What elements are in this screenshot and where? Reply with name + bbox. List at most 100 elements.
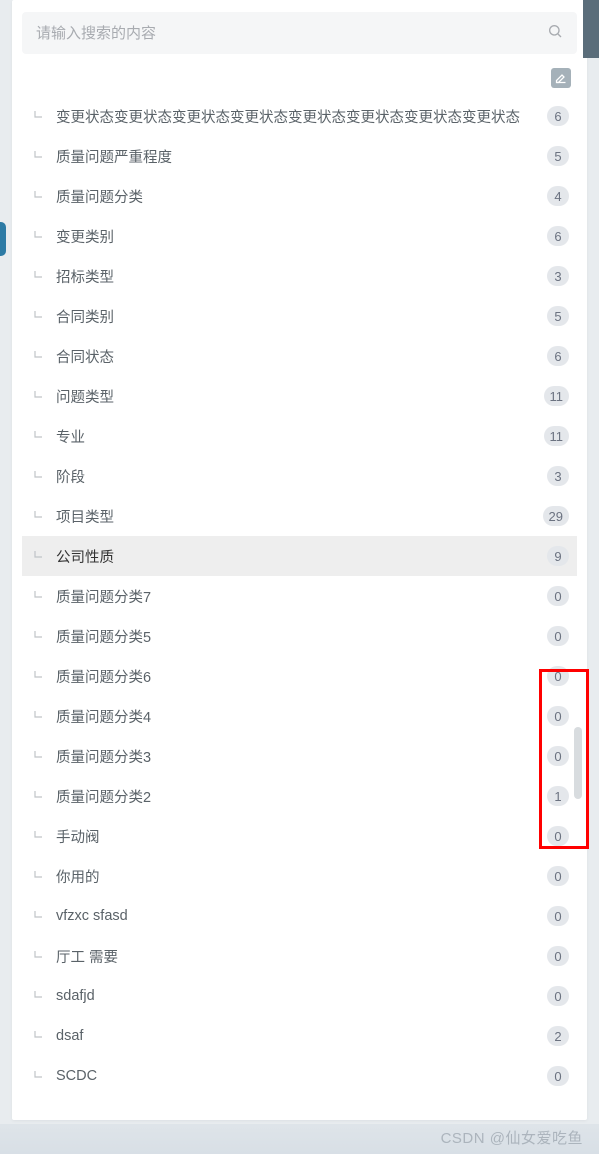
tree-item[interactable]: 变更类别 6 [22, 216, 577, 256]
tree-item-label: 变更状态变更状态变更状态变更状态变更状态变更状态变更状态变更状态 [56, 106, 541, 127]
count-badge: 0 [547, 866, 569, 886]
edit-button[interactable] [551, 68, 571, 88]
count-badge: 29 [543, 506, 569, 526]
tree-item-label: 问题类型 [56, 386, 538, 407]
tree-item[interactable]: 变更状态变更状态变更状态变更状态变更状态变更状态变更状态变更状态6 [22, 96, 577, 136]
tree-item[interactable]: sdafjd 0 [22, 976, 577, 1016]
tree-connector-icon [30, 710, 48, 722]
tree-item-label: 质量问题严重程度 [56, 146, 541, 167]
tree-connector-icon [30, 350, 48, 362]
tree-item-label: 你用的 [56, 866, 541, 887]
tree-item[interactable]: 质量问题分类2 1 [22, 776, 577, 816]
tree-connector-icon [30, 470, 48, 482]
tree-item[interactable]: 质量问题分类5 0 [22, 616, 577, 656]
tree-item-label: 合同状态 [56, 346, 541, 367]
tree-item-label: 招标类型 [56, 266, 541, 287]
tree-item-label: 专业 [56, 426, 538, 447]
count-badge: 0 [547, 1066, 569, 1086]
tree-item-label: vfzxc sfasd [56, 908, 541, 924]
count-badge: 9 [547, 546, 569, 566]
tree-item-label: 质量问题分类4 [56, 706, 541, 727]
tree-item[interactable]: 项目类型 29 [22, 496, 577, 536]
tree-connector-icon [30, 750, 48, 762]
count-badge: 11 [544, 426, 570, 446]
tree-item[interactable]: 质量问题严重程度 5 [22, 136, 577, 176]
count-badge: 4 [547, 186, 569, 206]
tree-connector-icon [30, 790, 48, 802]
right-edge-block [583, 0, 599, 58]
category-tree: 变更状态变更状态变更状态变更状态变更状态变更状态变更状态变更状态6质量问题严重程… [22, 96, 577, 1096]
count-badge: 0 [547, 666, 569, 686]
count-badge: 5 [547, 306, 569, 326]
count-badge: 11 [544, 386, 570, 406]
tree-item-label: 质量问题分类 [56, 186, 541, 207]
tree-item[interactable]: 质量问题分类6 0 [22, 656, 577, 696]
tree-item[interactable]: 专业 11 [22, 416, 577, 456]
count-badge: 0 [547, 706, 569, 726]
tree-connector-icon [30, 510, 48, 522]
tree-item[interactable]: dsaf2 [22, 1016, 577, 1056]
count-badge: 6 [547, 346, 569, 366]
tree-item-label: dsaf [56, 1028, 541, 1044]
tree-connector-icon [30, 230, 48, 242]
tree-item[interactable]: 质量问题分类70 [22, 576, 577, 616]
tree-connector-icon [30, 910, 48, 922]
count-badge: 6 [547, 226, 569, 246]
count-badge: 0 [547, 986, 569, 1006]
scrollbar-thumb[interactable] [574, 727, 582, 799]
tree-item-label: 质量问题分类3 [56, 746, 541, 767]
count-badge: 0 [547, 946, 569, 966]
tree-item[interactable]: SCDC 0 [22, 1056, 577, 1096]
tree-item[interactable]: vfzxc sfasd0 [22, 896, 577, 936]
tree-item-label: 质量问题分类5 [56, 626, 541, 647]
tree-item-label: 公司性质 [56, 546, 541, 567]
tree-item[interactable]: 质量问题分类30 [22, 736, 577, 776]
tree-connector-icon [30, 310, 48, 322]
left-side-tab[interactable] [0, 222, 6, 256]
tree-connector-icon [30, 390, 48, 402]
tree-item-label: 手动阀 [56, 826, 541, 847]
tree-item[interactable]: 质量问题分类 4 [22, 176, 577, 216]
count-badge: 3 [547, 466, 569, 486]
tree-connector-icon [30, 630, 48, 642]
tree-item-label: 质量问题分类2 [56, 786, 541, 807]
tree-connector-icon [30, 870, 48, 882]
tree-item-label: SCDC [56, 1068, 541, 1084]
tree-connector-icon [30, 950, 48, 962]
count-badge: 1 [547, 786, 569, 806]
tree-connector-icon [30, 270, 48, 282]
tree-item-label: 变更类别 [56, 226, 541, 247]
tree-item-label: 阶段 [56, 466, 541, 487]
count-badge: 5 [547, 146, 569, 166]
count-badge: 0 [547, 626, 569, 646]
tree-item[interactable]: 手动阀0 [22, 816, 577, 856]
tree-item-label: 厅工 需要 [56, 946, 541, 967]
search-container [22, 12, 577, 54]
tree-item-label: sdafjd [56, 988, 541, 1004]
tree-item-label: 合同类别 [56, 306, 541, 327]
toolbar [22, 68, 577, 88]
tree-item[interactable]: 阶段 3 [22, 456, 577, 496]
tree-item-label: 项目类型 [56, 506, 537, 527]
tree-connector-icon [30, 150, 48, 162]
search-input[interactable] [36, 25, 547, 42]
bottom-strip [0, 1124, 599, 1154]
tree-item[interactable]: 合同状态 6 [22, 336, 577, 376]
tree-item[interactable]: 合同类别 5 [22, 296, 577, 336]
tree-connector-icon [30, 430, 48, 442]
tree-item[interactable]: 你用的 0 [22, 856, 577, 896]
tree-item[interactable]: 招标类型 3 [22, 256, 577, 296]
tree-connector-icon [30, 990, 48, 1002]
count-badge: 3 [547, 266, 569, 286]
tree-connector-icon [30, 550, 48, 562]
tree-connector-icon [30, 830, 48, 842]
tree-item-label: 质量问题分类6 [56, 666, 541, 687]
tree-item[interactable]: 质量问题分类4 0 [22, 696, 577, 736]
tree-connector-icon [30, 670, 48, 682]
tree-item[interactable]: 厅工 需要 0 [22, 936, 577, 976]
tree-connector-icon [30, 110, 48, 122]
tree-item[interactable]: 问题类型 11 [22, 376, 577, 416]
search-icon[interactable] [547, 23, 563, 44]
tree-item[interactable]: 公司性质 9 [22, 536, 577, 576]
tree-connector-icon [30, 1030, 48, 1042]
